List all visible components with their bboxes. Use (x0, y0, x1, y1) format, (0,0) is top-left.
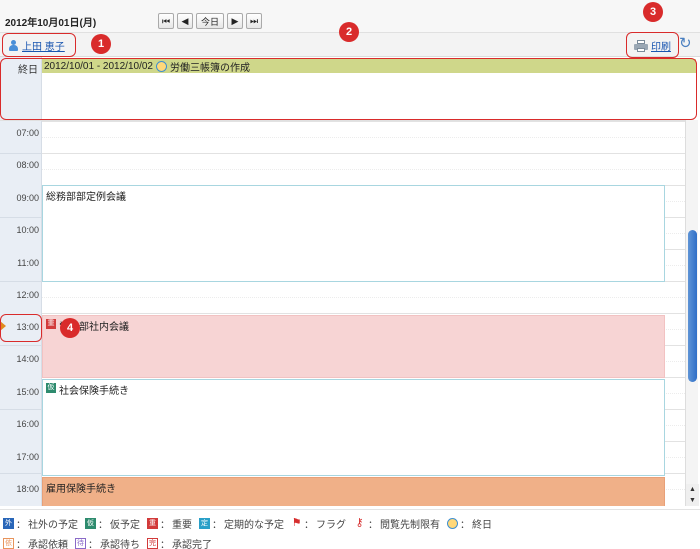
event-title: 雇用保険手続き (46, 484, 116, 495)
scrollbar-thumb[interactable] (688, 230, 697, 382)
event-item[interactable]: 雇用保険手続き (42, 477, 665, 506)
hour-label: 12:00 (16, 290, 39, 300)
current-date: 2012年10月01日(月) (5, 18, 97, 29)
icon-legend: 外：社外の予定 仮：仮予定 重：重要 定：定期的な予定 ⚑：フラグ ⚷：閲覧先制… (0, 509, 700, 549)
date-navigation: ⏮ ◀ 今日 ▶ ⏭ (158, 13, 263, 29)
allday-icon (447, 518, 458, 529)
approval-waiting-icon: 待 (75, 538, 86, 549)
hour-label: 15:00 (16, 387, 39, 397)
external-icon: 外 (3, 518, 14, 529)
hour-label: 10:00 (16, 225, 39, 235)
hour-label: 16:00 (16, 419, 39, 429)
scroll-up-arrow[interactable]: ▲ (686, 484, 699, 495)
event-item[interactable]: 総務部部定例会議 (42, 185, 665, 282)
tentative-icon: 仮 (46, 383, 56, 393)
callout-box-user (2, 33, 76, 57)
hour-label: 08:00 (16, 160, 39, 170)
legend-row: 外：社外の予定 仮：仮予定 重：重要 定：定期的な予定 ⚑：フラグ ⚷：閲覧先制… (3, 517, 492, 531)
callout-box-allday (0, 58, 697, 120)
event-item[interactable]: 重 営業部社内会議 (42, 315, 665, 378)
flag-icon: ⚑ (291, 517, 302, 529)
hour-label: 18:00 (16, 484, 39, 494)
tentative-icon: 仮 (85, 518, 96, 529)
time-grid: 07:00 08:00 09:00 10:00 11:00 12:00 13:0… (0, 120, 685, 506)
scroll-down-arrow[interactable]: ▼ (686, 495, 699, 506)
event-title: 総務部部定例会議 (46, 192, 126, 203)
grid-scrollbar[interactable]: ▲ ▼ (685, 120, 699, 506)
important-icon: 重 (147, 518, 158, 529)
hour-label: 11:00 (17, 258, 39, 268)
recurring-icon: 定 (199, 518, 210, 529)
callout-badge-2: 2 (339, 22, 359, 42)
hour-label: 07:00 (16, 128, 39, 138)
hour-label: 17:00 (16, 452, 39, 462)
event-item[interactable]: 仮 社会保険手続き (42, 379, 665, 476)
hour-label: 09:00 (16, 193, 39, 203)
callout-badge-1: 1 (91, 34, 111, 54)
next-day-button[interactable]: ▶ (227, 13, 244, 29)
last-page-button[interactable]: ⏭ (246, 13, 263, 29)
callout-badge-4: 4 (60, 318, 80, 338)
today-button[interactable]: 今日 (196, 13, 225, 29)
approval-complete-icon: 完 (147, 538, 158, 549)
approval-request-icon: 依 (3, 538, 14, 549)
prev-day-button[interactable]: ◀ (177, 13, 193, 29)
key-icon: ⚷ (355, 517, 364, 529)
important-icon: 重 (46, 319, 56, 329)
callout-box-time (0, 314, 42, 342)
first-page-button[interactable]: ⏮ (158, 13, 174, 29)
refresh-icon[interactable]: ↻ (679, 36, 692, 52)
hour-label: 14:00 (16, 354, 39, 364)
callout-badge-3: 3 (643, 2, 663, 22)
event-title: 社会保険手続き (59, 386, 129, 397)
callout-box-print (626, 32, 679, 58)
legend-row: 依：承認依頼 待：承認待ち 完：承認完了 (3, 538, 212, 549)
